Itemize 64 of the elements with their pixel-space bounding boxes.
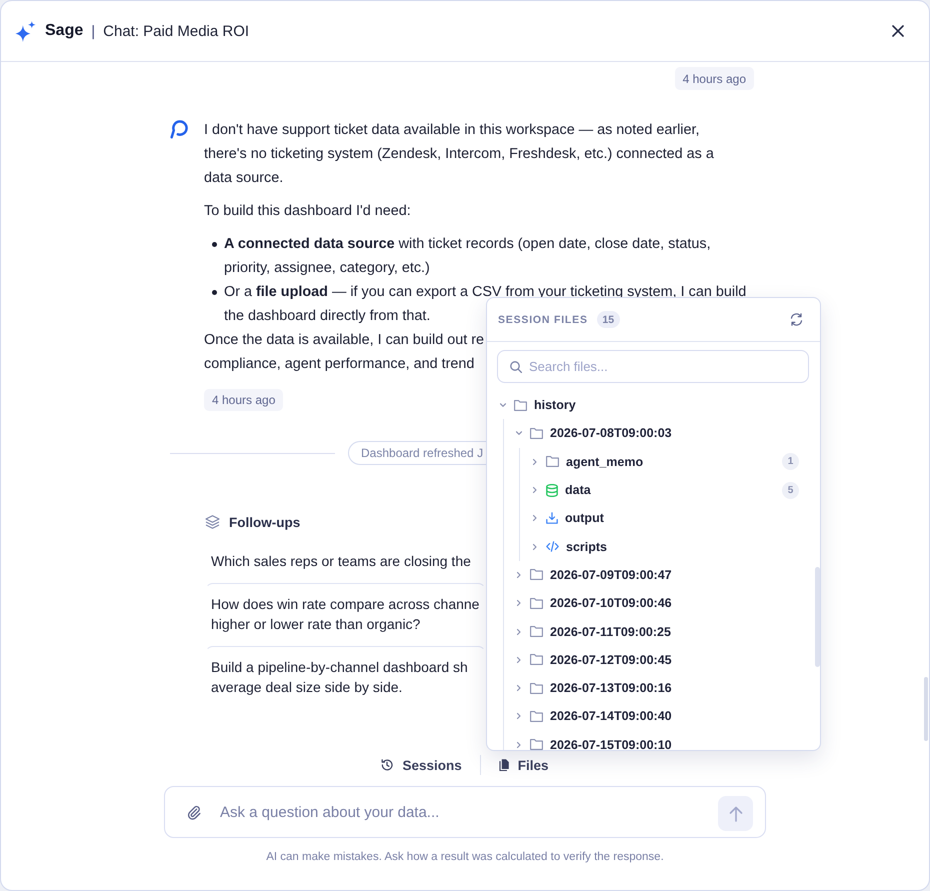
search-icon [510,361,522,373]
scrollbar-thumb[interactable] [924,677,928,741]
tree-item[interactable]: output [530,504,799,532]
count-badge: 15 [596,311,620,328]
tree-item[interactable]: history [498,391,799,420]
tree-item[interactable]: 2026-07-09T09:00:47 [514,560,799,590]
speech-bubble-icon [170,120,188,139]
window-title: Chat: Paid Media ROI [103,22,250,40]
scrollbar-thumb[interactable] [815,567,820,667]
paperclip-icon[interactable] [187,805,201,820]
title-separator: | [91,22,96,40]
list-item-text: priority, assignee, category, etc.) [224,259,430,278]
message-paragraph: Once the data is available, I can build out re compliance, agent performance, and trend [204,331,484,374]
history-icon [381,759,394,771]
tree-item[interactable]: 2026-07-10T09:00:46 [514,589,799,618]
folder-icon [530,710,543,722]
download-icon [546,512,558,524]
database-icon [546,484,558,497]
close-icon[interactable] [892,25,904,37]
tree-item[interactable]: agent_memo 1 [530,448,799,476]
documents-icon [498,759,509,771]
folder-icon [530,598,543,609]
arrow-up-icon [728,806,742,822]
folder-icon [530,739,543,750]
tree-item[interactable]: scripts [530,532,799,561]
folder-icon [546,456,559,468]
files-button[interactable]: Files [496,758,551,772]
folder-icon [530,682,543,694]
list-item-text: the dashboard directly from that. [224,307,430,326]
message-paragraph: I don't have support ticket data available in this workspace — as noted earlier, there's no ticketing system (Zendesk, Intercom, Freshdesk, etc.) connected as a data source. [204,121,714,188]
folder-icon [530,569,543,580]
follow-ups-heading: Follow-ups [229,514,300,530]
code-icon [546,541,559,552]
refresh-icon[interactable] [790,313,803,326]
folder-icon [530,654,543,666]
bullet-icon [212,290,217,295]
sparkle-icon [15,20,36,42]
send-button[interactable] [718,796,753,831]
message-paragraph: To build this dashboard I'd need: [204,202,411,221]
search-field[interactable]: Search files... [497,350,809,383]
layers-icon [205,515,220,529]
disclaimer-text: AI can make mistakes. Ask how a result was calculated to verify the response. [266,850,664,865]
count-badge: 5 [782,482,799,499]
tree-item[interactable]: 2026-07-15T09:00:10 [514,730,799,750]
app-name: Sage [45,22,84,40]
sessions-button[interactable]: Sessions [379,758,464,772]
panel-title: SESSION FILES [498,314,588,326]
tree-item[interactable]: data 5 [530,476,799,504]
event-chip: Dashboard refreshed J [348,441,486,465]
folder-icon [530,428,543,439]
message-input[interactable]: Ask a question about your data... [164,786,766,838]
folder-icon [530,626,543,638]
tree-item[interactable]: 2026-07-12T09:00:45 [514,646,799,674]
timestamp-label: 4 hours ago [674,67,754,90]
bullet-icon [212,242,217,247]
tree-item[interactable]: 2026-07-08T09:00:03 [514,419,799,448]
tree-item[interactable]: 2026-07-14T09:00:40 [514,702,799,731]
tree-item[interactable]: 2026-07-11T09:00:25 [514,617,799,646]
list-item-text: Or a file upload — if you can export a CSV from your ticketing system, I can build [224,283,746,302]
tree-item[interactable]: 2026-07-13T09:00:16 [514,674,799,702]
timestamp-label: 4 hours ago [204,389,284,411]
count-badge: 1 [782,453,799,470]
list-item-text: A connected data source with ticket records (open date, close date, status, [224,235,711,254]
folder-icon [514,400,527,411]
